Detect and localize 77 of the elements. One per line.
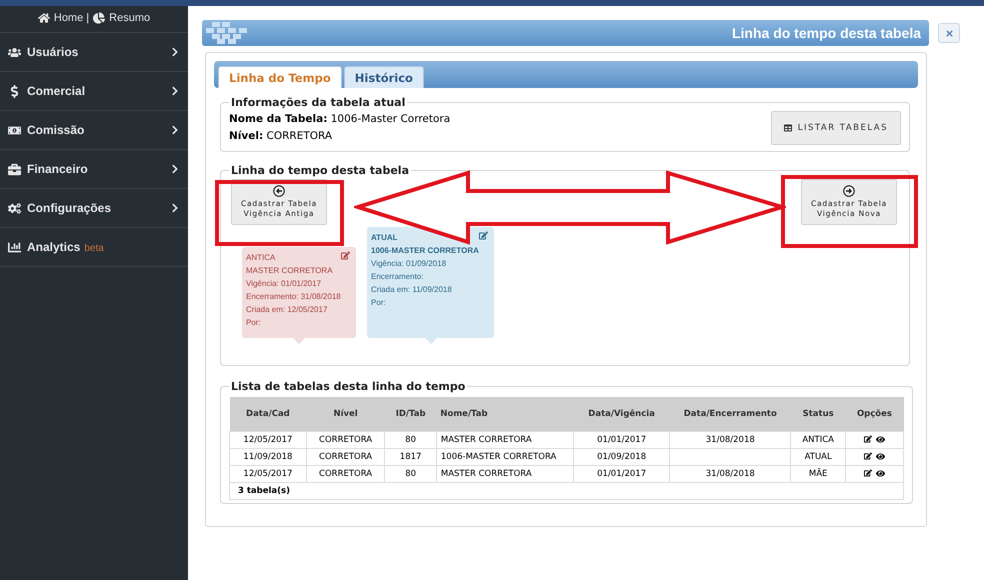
- column-header: Opções: [845, 397, 904, 432]
- column-header: Data/Encerramento: [670, 397, 791, 432]
- table-cell: 1006-MASTER CORRETORA: [436, 448, 574, 466]
- sidebar-item[interactable]: Analytics beta: [0, 228, 188, 267]
- column-header: Data/Vigência: [574, 397, 670, 432]
- tab[interactable]: Histórico: [344, 66, 424, 88]
- close-button[interactable]: [938, 23, 960, 43]
- table-cell: CORRETORA: [306, 432, 385, 448]
- section-title: Linha do tempo desta tabela: [230, 164, 410, 177]
- home-icon: [38, 12, 50, 24]
- table-cell: 01/09/2018: [574, 448, 670, 466]
- table-cell: 11/09/2018: [230, 448, 306, 466]
- table-cell: 01/01/2017: [574, 432, 670, 448]
- card-text: Criada em: 12/05/2017: [246, 304, 328, 316]
- banknote-icon: [8, 124, 21, 136]
- table-cell: ANTICA: [790, 432, 846, 448]
- table-cell: MASTER CORRETORA: [436, 432, 574, 448]
- table-cell: 1817: [384, 448, 436, 466]
- table-cell: CORRETORA: [306, 448, 385, 466]
- table-cell: ATUAL: [790, 448, 846, 466]
- users-icon: [8, 46, 21, 58]
- sidebar-item[interactable]: Configurações: [0, 189, 188, 228]
- card-text: Encerramento:: [371, 271, 424, 283]
- list-tables-button[interactable]: LISTAR TABELAS: [770, 111, 901, 145]
- beta-label: beta: [84, 243, 104, 254]
- table-icon: [784, 124, 792, 132]
- briefcase-icon: [8, 162, 21, 176]
- eye-icon[interactable]: [876, 434, 885, 444]
- gears-icon: [8, 202, 21, 214]
- info-text: Nível: CORRETORA: [229, 129, 334, 144]
- card-text: Vigência: 01/01/2017: [246, 278, 322, 290]
- card-text: 1006-MASTER CORRETORA: [371, 245, 479, 257]
- card-text: Por:: [371, 297, 386, 309]
- sidebar-item[interactable]: Comissão: [0, 111, 188, 150]
- table-cell: 01/01/2017: [574, 466, 670, 482]
- arrow-right-icon: [843, 185, 855, 197]
- card-text: Criada em: 11/09/2018: [371, 284, 452, 296]
- column-header: Data/Cad: [230, 397, 306, 432]
- info-text: Nome da Tabela: 1006-Master Corretora: [229, 112, 450, 127]
- table-cell: MASTER CORRETORA: [436, 466, 574, 482]
- section-title: Informações da tabela atual: [230, 96, 406, 109]
- table-cell: 80: [384, 466, 436, 482]
- home-link[interactable]: Home |: [54, 12, 90, 24]
- card-text: Por:: [246, 317, 261, 329]
- arrow-left-icon: [273, 185, 285, 197]
- column-header: Status: [790, 397, 846, 432]
- sidebar-item[interactable]: Comercial: [0, 72, 188, 111]
- close-icon: [944, 28, 954, 38]
- bar-chart-icon: [8, 240, 21, 254]
- edit-icon[interactable]: [864, 434, 872, 442]
- card-text: MASTER CORRETORA: [246, 265, 333, 277]
- column-header: Nome/Tab: [436, 397, 574, 432]
- dollar-icon: [8, 84, 21, 98]
- card-text: Vigência: 01/09/2018: [371, 258, 446, 270]
- card-text: ATUAL: [371, 232, 398, 244]
- table-cell: 80: [384, 432, 436, 448]
- table-footer: 3 tabela(s): [230, 482, 904, 500]
- summary-link[interactable]: Resumo: [109, 12, 150, 24]
- eye-icon[interactable]: [876, 452, 885, 460]
- table-cell: 12/05/2017: [230, 466, 306, 482]
- edit-icon[interactable]: [864, 452, 872, 460]
- eye-icon[interactable]: [876, 468, 885, 478]
- dialog-title: Linha do tempo desta tabela: [732, 25, 921, 41]
- edit-icon[interactable]: [864, 468, 872, 476]
- table-cell: 31/08/2018: [670, 432, 791, 448]
- sidebar-item[interactable]: Usuários: [0, 33, 188, 72]
- card-text: ANTICA: [246, 252, 276, 264]
- table-cell: CORRETORA: [306, 466, 385, 482]
- column-header: ID/Tab: [384, 397, 436, 432]
- table-cell: 12/05/2017: [230, 432, 306, 448]
- card-text: Encerramento: 31/08/2018: [246, 291, 341, 303]
- table-cell: 31/08/2018: [670, 466, 791, 482]
- sidebar-item[interactable]: Financeiro: [0, 150, 188, 189]
- pie-chart-icon: [93, 12, 106, 24]
- column-header: Nível: [306, 397, 385, 432]
- section-title: Lista de tabelas desta linha do tempo: [230, 380, 466, 393]
- table-cell: MÃE: [790, 466, 846, 482]
